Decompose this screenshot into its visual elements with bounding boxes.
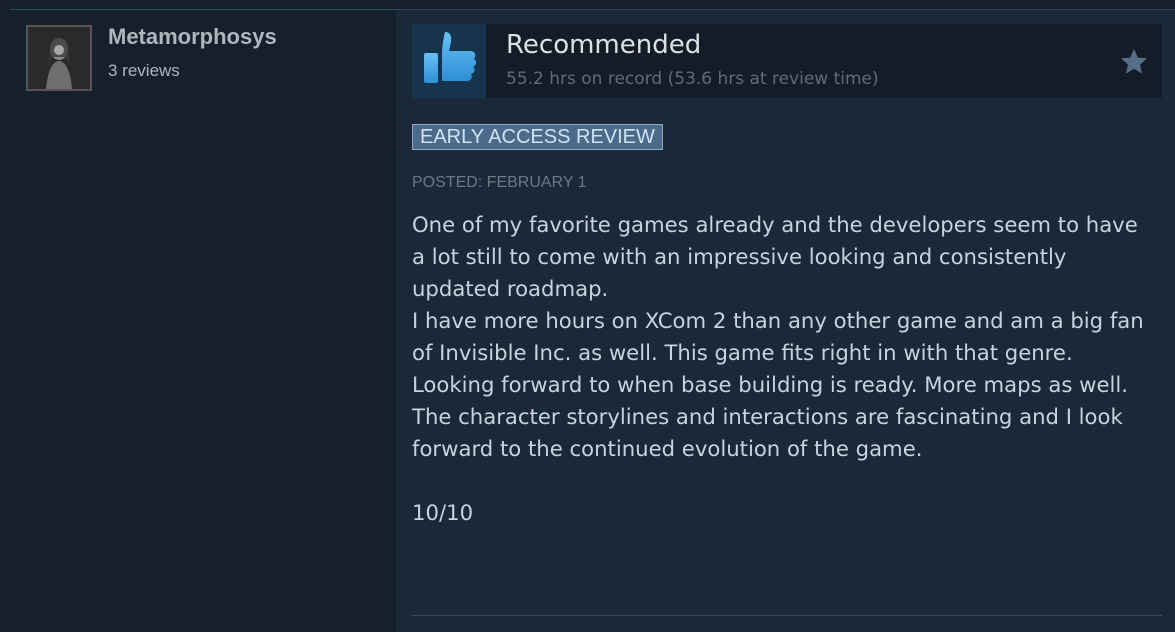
thumbs-up-icon	[412, 24, 486, 98]
reviewer-review-count[interactable]: 3 reviews	[108, 61, 180, 81]
review-score: 10/10	[412, 500, 474, 525]
review-paragraph: I have more hours on XCom 2 than any oth…	[412, 308, 1144, 365]
review-text: One of my favorite games already and the…	[412, 209, 1152, 529]
reviewer-column	[0, 10, 396, 632]
star-icon[interactable]	[1118, 46, 1150, 78]
review-spacer	[412, 465, 1152, 497]
hours-on-record: 55.2 hrs on record (53.6 hrs at review t…	[506, 69, 879, 89]
review-paragraph: One of my favorite games already and the…	[412, 212, 1138, 301]
reviewer-name[interactable]: Metamorphosys	[108, 24, 277, 50]
posted-date: POSTED: FEBRUARY 1	[412, 174, 587, 191]
user-avatar-icon	[28, 27, 90, 89]
bottom-divider	[412, 615, 1162, 616]
vote-header[interactable]: Recommended 55.2 hrs on record (53.6 hrs…	[412, 24, 1162, 98]
vote-title[interactable]: Recommended	[506, 30, 701, 60]
review-paragraph: Looking forward to when base building is…	[412, 372, 1128, 397]
review-paragraph: The character storylines and interaction…	[412, 404, 1123, 461]
avatar[interactable]	[26, 25, 92, 91]
early-access-badge[interactable]: EARLY ACCESS REVIEW	[412, 124, 663, 150]
